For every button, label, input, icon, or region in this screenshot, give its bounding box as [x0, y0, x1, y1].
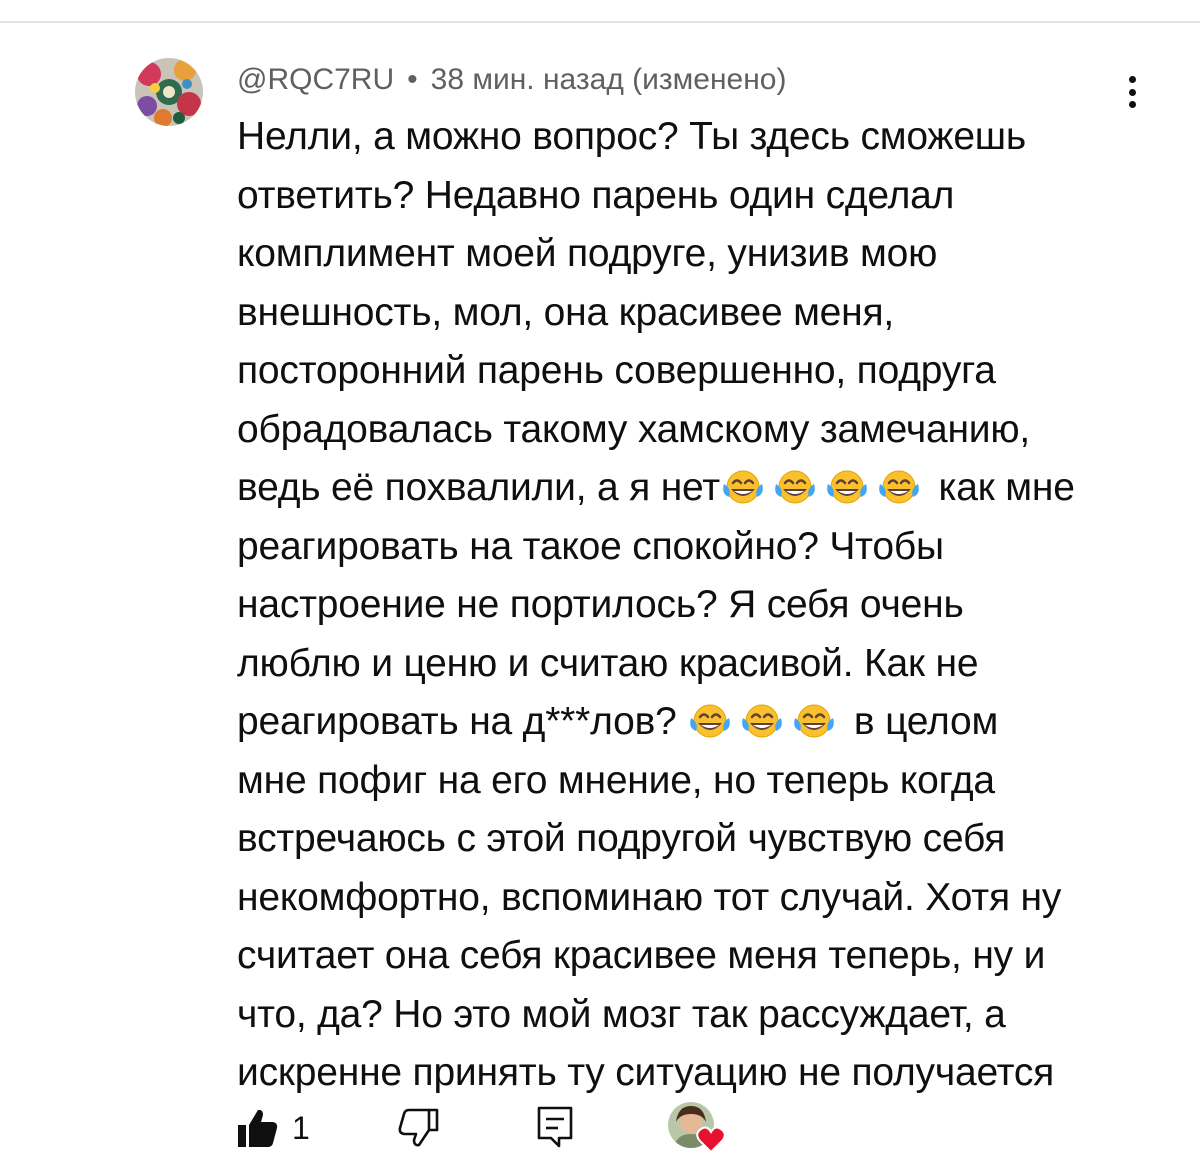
avatar-image [135, 58, 203, 126]
comment-line-text: люблю и ценю и считаю красивой. Как не [237, 641, 979, 685]
face-with-tears-of-joy-icon [687, 702, 733, 742]
comment-line-text: настроение не портилось? Я себя очень [237, 583, 964, 626]
face-with-tears-of-joy-icon [791, 702, 837, 742]
face-with-tears-of-joy-icon [876, 468, 922, 508]
emoji-group [687, 702, 843, 742]
comment-line: реагировать на д***лов? в целом [237, 693, 1137, 752]
comment-actions: 1 [235, 1098, 755, 1158]
more-options-icon-dot [1128, 101, 1136, 108]
emoji-group [720, 468, 928, 508]
comment-line-text: встречаюсь с этой подругой чувствую себя [237, 817, 1006, 860]
reply-icon [537, 1106, 573, 1148]
creator-heart-badge [668, 1102, 726, 1156]
comment-line: внешность, мол, она красивее меня, [237, 284, 1137, 343]
comment-line: считает она себя красивее меня теперь, н… [237, 927, 1137, 986]
comment-line: настроение не портилось? Я себя очень [237, 576, 1137, 635]
comment-line-text: как мне [927, 466, 1075, 509]
comment-line-text: реагировать на такое спокойно? Чтобы [237, 524, 944, 568]
comment-line-text: реагировать на д***лов? [237, 700, 688, 743]
comment-line: ведь её похвалили, а я нет как мне [237, 459, 1137, 518]
comment-line: ответить? Недавно парень один сделал [237, 167, 1137, 226]
comment-timestamp: 38 мин. назад (изменено) [430, 63, 787, 96]
more-options-icon [1128, 76, 1136, 83]
thumbs-up-icon [238, 1109, 278, 1147]
comment-line: некомфортно, вспоминаю тот случай. Хотя … [237, 869, 1137, 928]
comment-line: люблю и ценю и считаю красивой. Как не [237, 635, 1137, 694]
more-options-icon-dot [1128, 88, 1136, 96]
comment-line: мне пофиг на его мнение, но теперь когда [237, 752, 1137, 811]
comment-line-text: считает она себя красивее меня теперь, н… [237, 934, 1046, 977]
comment-line-text: Нелли, а можно вопрос? Ты здесь сможешь [237, 115, 1027, 158]
comment-line: обрадовалась такому хамскому замечанию, [237, 401, 1137, 460]
face-with-tears-of-joy-icon [772, 468, 818, 508]
comment-line: что, да? Но это мой мозг так рассуждает,… [237, 986, 1137, 1045]
comment-line-text: внешность, мол, она красивее меня, [237, 290, 895, 334]
meta-separator: • [407, 63, 418, 96]
comment-line-text: что, да? Но это мой мозг так рассуждает,… [237, 992, 1006, 1036]
comment-line: встречаюсь с этой подругой чувствую себя [237, 810, 1137, 869]
face-with-tears-of-joy-icon [739, 702, 785, 742]
comment-line-text: мне пофиг на его мнение, но теперь когда [237, 758, 995, 802]
comment-line-text: ведь её похвалили, а я нет [237, 466, 720, 509]
comment-line-text: в целом [843, 700, 999, 743]
comment-meta: @RQC7RU • 38 мин. назад (изменено) [237, 60, 786, 100]
face-with-tears-of-joy-icon [720, 468, 766, 508]
like-count: 1 [292, 1110, 310, 1146]
comment-line-text: искренне принять ту ситуацию не получает… [237, 1051, 1055, 1094]
comment-text: Нелли, а можно вопрос? Ты здесь сможешь … [237, 108, 1137, 1103]
comment-line: Нелли, а можно вопрос? Ты здесь сможешь [237, 108, 1137, 167]
comment-line: комплимент моей подруге, унизив мою [237, 225, 1137, 284]
comment-line: посторонний парень совершенно, подруга [237, 342, 1137, 401]
face-with-tears-of-joy-icon [824, 468, 870, 508]
comment-line-text: обрадовалась такому хамскому замечанию, [237, 407, 1031, 451]
comment-line-text: ответить? Недавно парень один сделал [237, 173, 955, 217]
comment-line-text: комплимент моей подруге, унизив мою [237, 232, 938, 275]
top-divider [0, 21, 1200, 23]
comment-line: реагировать на такое спокойно? Чтобы [237, 518, 1137, 577]
like-button[interactable] [235, 1106, 279, 1150]
author-handle[interactable]: @RQC7RU [237, 63, 394, 97]
more-options-button[interactable] [1116, 72, 1148, 112]
author-avatar[interactable] [135, 58, 203, 126]
thumbs-down-icon [398, 1108, 439, 1147]
comment-line-text: посторонний парень совершенно, подруга [237, 349, 996, 392]
comment-line: искренне принять ту ситуацию не получает… [237, 1044, 1137, 1103]
reply-button[interactable] [535, 1104, 575, 1150]
dislike-button[interactable] [395, 1104, 441, 1150]
comment-line-text: некомфортно, вспоминаю тот случай. Хотя … [237, 875, 1062, 919]
creator-heart-icon [696, 1126, 726, 1154]
